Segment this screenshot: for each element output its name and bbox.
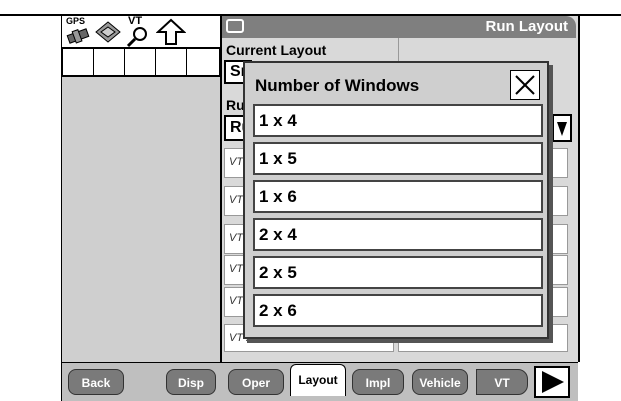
chevron-down-icon xyxy=(557,122,567,136)
sidebar-slot xyxy=(62,48,94,76)
status-icon-row: GPS VT xyxy=(62,15,220,48)
next-page-button[interactable] xyxy=(534,366,570,398)
disp-button[interactable]: Disp xyxy=(166,369,216,395)
title-bar: Run Layout xyxy=(222,16,576,38)
vt-magnifier-icon: VT xyxy=(122,15,154,48)
layout-list-item[interactable] xyxy=(548,186,568,216)
layout-list-item[interactable] xyxy=(548,287,568,317)
layout-list-item[interactable] xyxy=(548,148,568,178)
layout-list-item[interactable] xyxy=(548,224,568,254)
monitor-icon xyxy=(226,19,244,33)
page-title: Run Layout xyxy=(485,18,569,35)
layout-tab[interactable]: Layout xyxy=(290,364,346,396)
sidebar-slot xyxy=(186,48,220,76)
right-border xyxy=(578,16,580,362)
window-option[interactable]: 2 x 5 xyxy=(253,256,543,289)
window-option[interactable]: 1 x 5 xyxy=(253,142,543,175)
window-option[interactable]: 2 x 6 xyxy=(253,294,543,327)
vehicle-tab[interactable]: Vehicle xyxy=(412,369,468,395)
section-control-icon xyxy=(94,18,122,46)
dropdown-button[interactable] xyxy=(552,114,572,142)
dialog-title: Number of Windows xyxy=(255,76,420,95)
impl-tab[interactable]: Impl xyxy=(352,369,404,395)
up-arrow-icon[interactable] xyxy=(155,18,187,46)
close-icon xyxy=(515,75,535,95)
window-option[interactable]: 2 x 4 xyxy=(253,218,543,251)
oper-tab[interactable]: Oper xyxy=(228,369,284,395)
close-button[interactable] xyxy=(510,70,540,100)
sidebar-slot xyxy=(155,48,187,76)
gps-icon: GPS xyxy=(64,16,98,46)
window-option[interactable]: 1 x 6 xyxy=(253,180,543,213)
back-button[interactable]: Back xyxy=(68,369,124,395)
current-layout-label: Current Layout xyxy=(226,42,327,58)
play-right-icon xyxy=(542,371,564,393)
window-option[interactable]: 1 x 4 xyxy=(253,104,543,137)
sidebar-slot xyxy=(124,48,156,76)
run-layout-label: Ru xyxy=(226,97,245,113)
sidebar-body xyxy=(62,76,220,362)
vt-tab[interactable]: VT xyxy=(476,369,528,395)
sidebar-slot xyxy=(93,48,125,76)
layout-list-item[interactable] xyxy=(548,255,568,285)
